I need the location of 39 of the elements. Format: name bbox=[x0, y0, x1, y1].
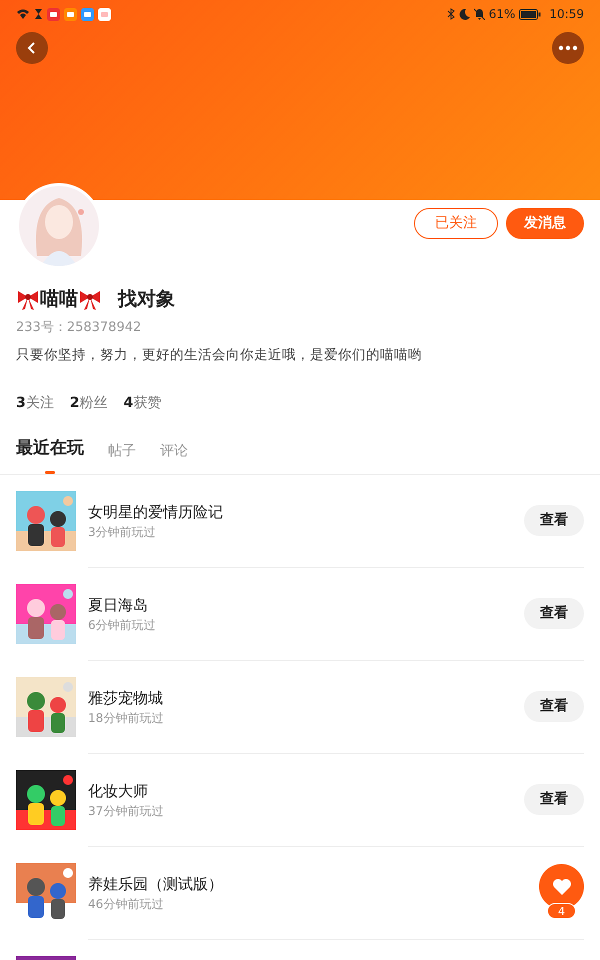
muted-bell-icon bbox=[474, 8, 485, 20]
app-icon bbox=[47, 8, 60, 20]
app-icon bbox=[81, 8, 94, 20]
play-time: 6分钟前玩过 bbox=[88, 617, 156, 634]
play-time: 3分钟前玩过 bbox=[88, 524, 156, 541]
more-icon bbox=[558, 45, 578, 51]
user-id: 233号：258378942 bbox=[16, 318, 142, 336]
game-title: 化妆大师 bbox=[88, 780, 148, 802]
play-time: 18分钟前玩过 bbox=[88, 710, 164, 727]
user-name: 喵喵 bbox=[40, 287, 78, 312]
moon-icon bbox=[458, 8, 470, 20]
view-button[interactable]: 查看 bbox=[524, 505, 584, 536]
app-icon bbox=[64, 8, 77, 20]
play-time: 46分钟前玩过 bbox=[88, 896, 164, 913]
game-title: 养娃乐园（测试版） bbox=[88, 874, 223, 894]
play-time: 37分钟前玩过 bbox=[88, 803, 164, 820]
stat-item[interactable]: 3关注 bbox=[16, 393, 54, 414]
like-count: 4 bbox=[547, 903, 576, 919]
wifi-icon bbox=[16, 8, 30, 20]
game-title: 雅莎宠物城 bbox=[88, 688, 163, 708]
more-button[interactable] bbox=[552, 32, 584, 64]
stat-item[interactable]: 4获赞 bbox=[124, 393, 162, 414]
battery-icon bbox=[519, 8, 542, 20]
clock: 10:59 bbox=[549, 6, 584, 23]
battery-level: 61% bbox=[488, 6, 516, 23]
bluetooth-icon bbox=[446, 8, 455, 20]
back-button[interactable] bbox=[16, 32, 48, 64]
app-icon bbox=[98, 8, 111, 20]
stat-item[interactable]: 2粉丝 bbox=[70, 393, 108, 414]
game-title: 夏日海岛 bbox=[88, 594, 148, 616]
tab[interactable]: 最近在玩 bbox=[16, 436, 84, 474]
game-title: 女明星的爱情历险记 bbox=[88, 502, 223, 522]
user-tag: 找对象 bbox=[118, 285, 175, 314]
view-button[interactable]: 查看 bbox=[524, 784, 584, 816]
view-button[interactable]: 查看 bbox=[524, 598, 584, 630]
user-bio: 只要你坚持，努力，更好的生活会向你走近哦，是爱你们的喵喵哟 bbox=[16, 346, 423, 365]
heart-icon bbox=[552, 878, 572, 896]
view-button[interactable]: 查看 bbox=[524, 691, 584, 722]
hourglass-icon bbox=[34, 8, 43, 20]
